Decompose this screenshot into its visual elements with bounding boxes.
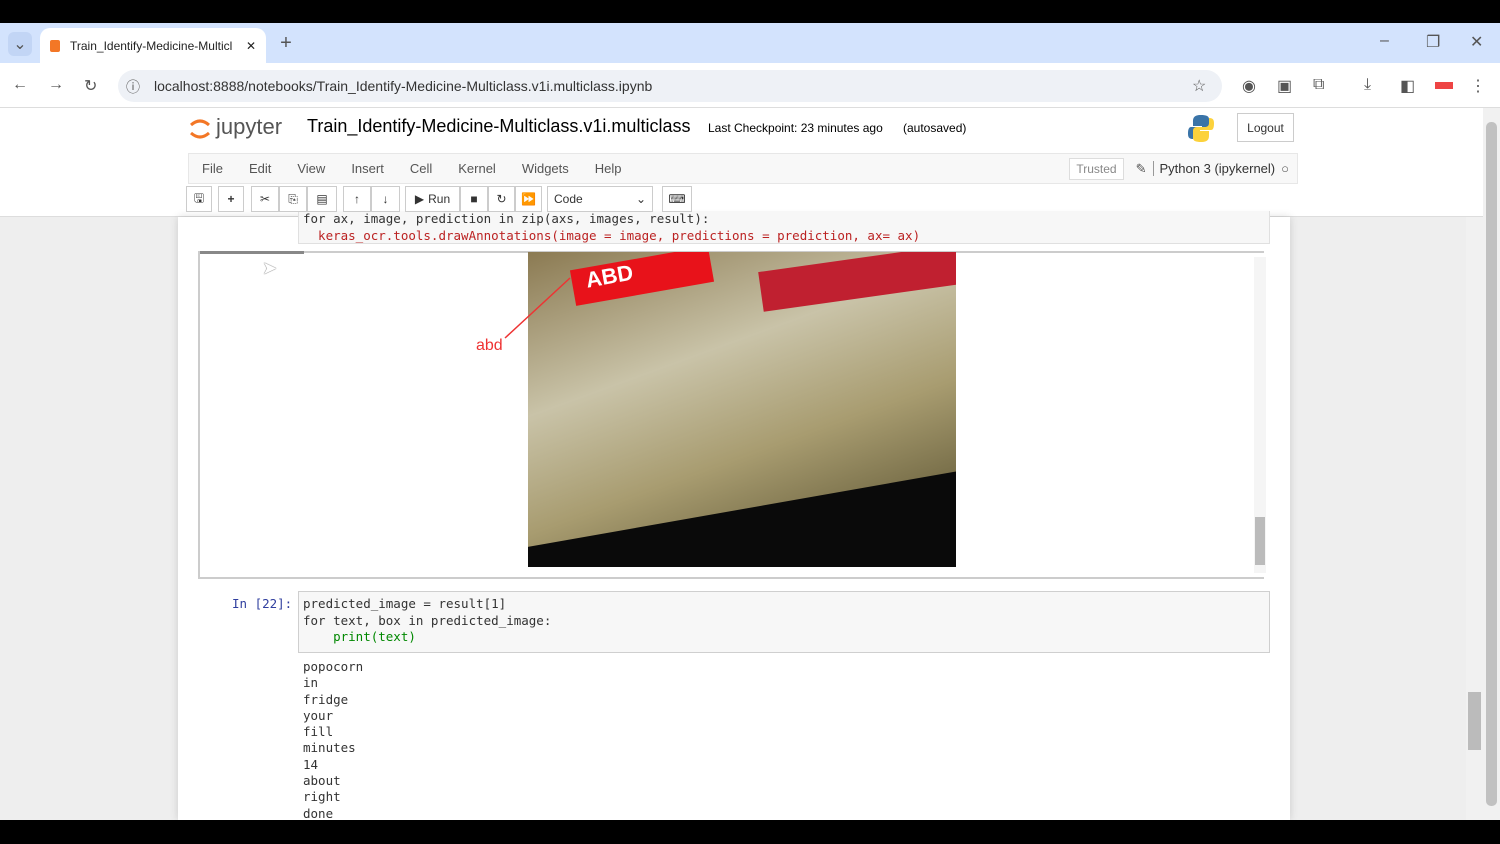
- trusted-indicator[interactable]: Trusted: [1069, 157, 1124, 180]
- annotation-label: abd: [476, 337, 503, 354]
- jupyter-logo-text[interactable]: jupyter: [216, 114, 282, 140]
- close-tab-icon[interactable]: ✕: [246, 39, 256, 53]
- run-button[interactable]: ▶ Run: [405, 186, 460, 212]
- mouse-cursor-icon: ➤: [262, 258, 278, 278]
- download-icon[interactable]: ⤓: [1364, 76, 1371, 94]
- close-window-icon[interactable]: ✕: [1470, 32, 1483, 52]
- restart-icon[interactable]: ↻: [488, 186, 515, 212]
- jupyter-logo-icon: [188, 116, 212, 142]
- menubar-area: File Edit View Insert Cell Kernel Widget…: [0, 151, 1483, 217]
- page-scrollbar[interactable]: [1483, 108, 1500, 820]
- extension-icon[interactable]: ▣: [1277, 76, 1292, 96]
- menu-edit[interactable]: Edit: [236, 161, 284, 176]
- autosave-status: (autosaved): [903, 121, 967, 135]
- side-panel-icon[interactable]: ◧: [1400, 76, 1415, 96]
- output-collapse-bar: [200, 251, 304, 254]
- save-icon[interactable]: 🖫: [186, 186, 212, 212]
- output-scrollbar[interactable]: [1254, 257, 1266, 573]
- cut-icon[interactable]: ✂: [251, 186, 279, 212]
- menu-file[interactable]: File: [189, 161, 236, 176]
- add-cell-icon[interactable]: +: [218, 186, 244, 212]
- code-cell-previous[interactable]: for ax, image, prediction in zip(axs, im…: [298, 211, 1270, 244]
- python-logo-icon: [1187, 113, 1215, 143]
- paste-icon[interactable]: ▤: [307, 186, 337, 212]
- menu-cell[interactable]: Cell: [397, 161, 445, 176]
- new-tab-icon[interactable]: +: [276, 32, 296, 54]
- run-icon: ▶: [414, 192, 425, 206]
- browser-menu-icon[interactable]: ⋮: [1470, 76, 1486, 96]
- extension-panda-icon[interactable]: ◉: [1242, 76, 1256, 96]
- edit-pencil-icon[interactable]: ✎: [1130, 161, 1153, 177]
- restore-icon[interactable]: ❐: [1426, 32, 1440, 52]
- logout-button[interactable]: Logout: [1237, 113, 1294, 142]
- url-input[interactable]: localhost:8888/notebooks/Train_Identify-…: [118, 70, 1222, 102]
- menu-widgets[interactable]: Widgets: [509, 161, 582, 176]
- code-cell-22[interactable]: predicted_image = result[1] for text, box…: [298, 591, 1270, 653]
- menu-insert[interactable]: Insert: [338, 161, 397, 176]
- checkpoint-status: Last Checkpoint: 23 minutes ago: [708, 121, 883, 135]
- menu-help[interactable]: Help: [582, 161, 635, 176]
- forward-icon[interactable]: →: [48, 76, 64, 94]
- kernel-name[interactable]: Python 3 (ipykernel): [1152, 161, 1282, 176]
- minimize-icon[interactable]: –: [1380, 32, 1389, 50]
- notebook-page: jupyter Train_Identify-Medicine-Multicla…: [0, 108, 1483, 820]
- browser-tab[interactable]: Train_Identify-Medicine-Multicl ✕: [40, 28, 266, 63]
- command-palette-icon[interactable]: ⌨: [662, 186, 692, 212]
- site-info-icon[interactable]: ⓘ: [126, 77, 140, 97]
- menu-kernel[interactable]: Kernel: [445, 161, 509, 176]
- cell-type-select[interactable]: Code ⌄: [547, 186, 653, 212]
- notebook-favicon-icon: [50, 39, 60, 52]
- tab-search-chevron-icon[interactable]: ⌄: [8, 32, 32, 56]
- menu-bar: File Edit View Insert Cell Kernel Widget…: [188, 153, 1298, 184]
- output-image-area[interactable]: ABD abd: [198, 251, 1266, 579]
- chevron-down-icon: ⌄: [635, 192, 646, 206]
- annotation-line: [504, 277, 571, 339]
- ocr-medicine-image: ABD: [528, 252, 956, 567]
- notebook-container: for ax, image, prediction in zip(axs, im…: [178, 211, 1290, 820]
- restart-run-all-icon[interactable]: ⏩: [515, 186, 542, 212]
- reload-icon[interactable]: ↻: [84, 76, 97, 96]
- bookmark-star-icon[interactable]: ☆: [1192, 76, 1206, 96]
- profile-icon[interactable]: [1435, 82, 1453, 89]
- jupyter-header: jupyter Train_Identify-Medicine-Multicla…: [0, 108, 1483, 151]
- copy-icon[interactable]: ⎘: [279, 186, 307, 212]
- cell-22-prompt: In [22]:: [232, 596, 293, 611]
- move-up-icon[interactable]: ↑: [343, 186, 371, 212]
- move-down-icon[interactable]: ↓: [371, 186, 400, 212]
- kernel-idle-icon: ○: [1281, 161, 1289, 176]
- notebook-scrollbar[interactable]: [1466, 217, 1483, 820]
- ocr-detected-label: ABD: [569, 252, 715, 306]
- interrupt-icon[interactable]: ■: [460, 186, 488, 212]
- extensions-puzzle-icon[interactable]: ⧉: [1313, 76, 1324, 94]
- notebook-title[interactable]: Train_Identify-Medicine-Multiclass.v1i.m…: [307, 116, 690, 137]
- cell-22-output: popocorn in fridge your fill minutes 14 about ri…: [303, 659, 364, 820]
- back-icon[interactable]: ←: [12, 76, 28, 94]
- menu-view[interactable]: View: [284, 161, 338, 176]
